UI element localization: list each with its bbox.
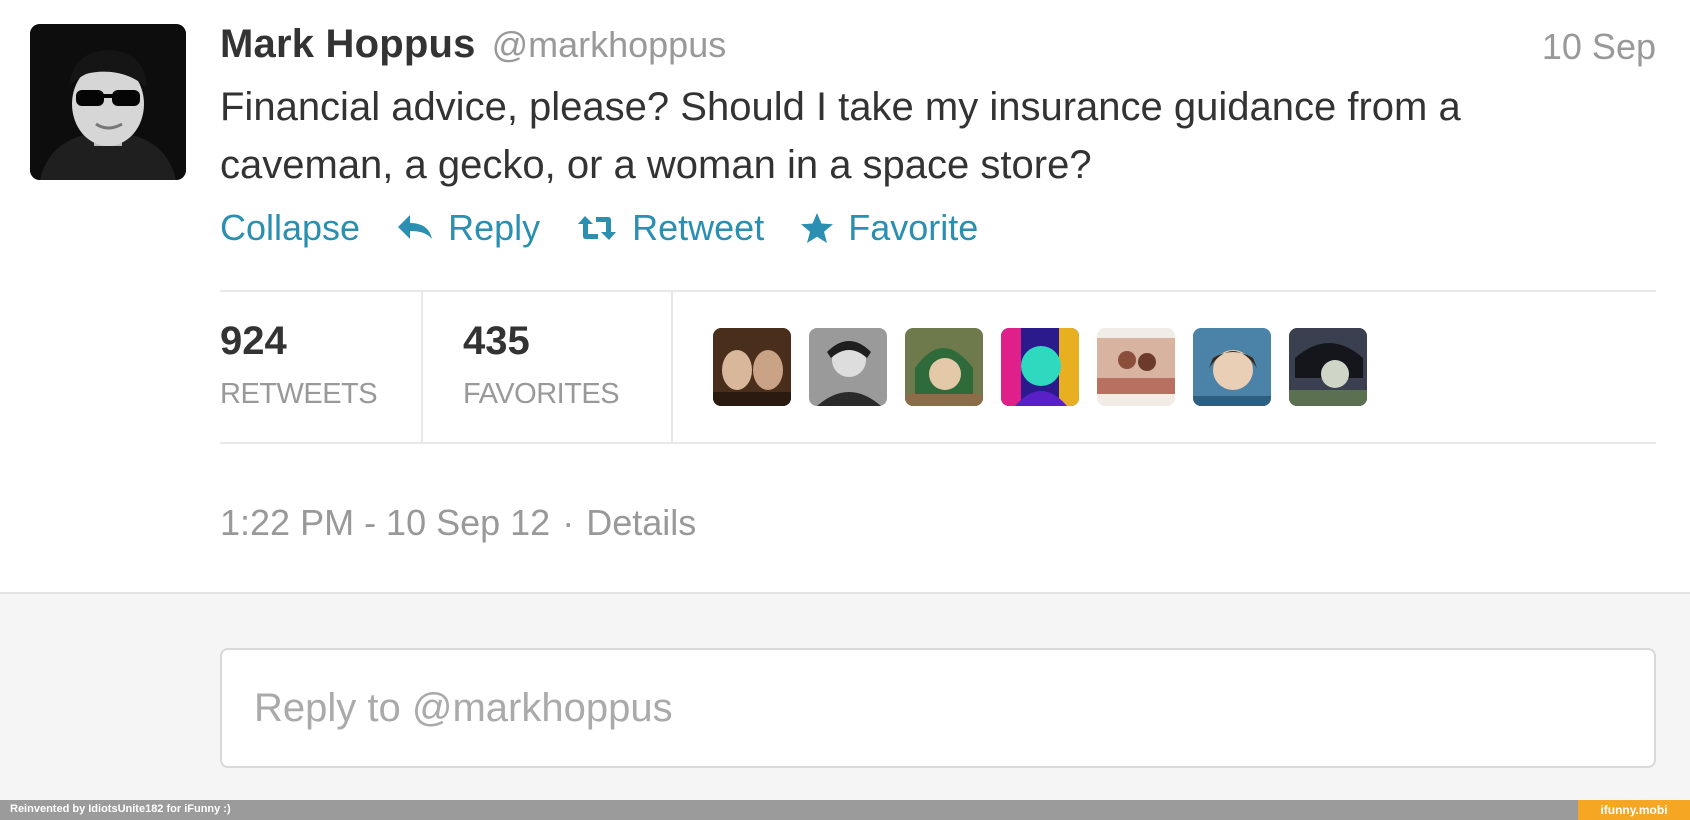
retweet-label: Retweet <box>632 207 765 248</box>
reply-area <box>0 592 1690 800</box>
reply-arrow-icon <box>396 213 434 243</box>
tweet-text: Financial advice, please? Should I take … <box>220 85 1461 187</box>
favoriter-avatar[interactable] <box>713 328 791 406</box>
author-avatar[interactable] <box>30 24 186 180</box>
reply-box[interactable] <box>220 648 1656 768</box>
watermark-credit: Reinvented by IdiotsUnite182 for iFunny … <box>10 803 231 815</box>
author-username[interactable]: @markhoppus <box>492 24 727 66</box>
retweet-icon <box>576 214 618 242</box>
reply-button[interactable]: Reply <box>396 207 540 249</box>
favoriter-avatar[interactable] <box>809 328 887 406</box>
favorite-button[interactable]: Favorite <box>800 207 978 249</box>
retweets-label: RETWEETS <box>220 378 378 410</box>
tweet-actions: Collapse Reply Retweet Favorite <box>220 198 1014 258</box>
favoriter-avatar[interactable] <box>1193 328 1271 406</box>
tweet: Mark Hoppus @markhoppus 10 Sep Financial… <box>0 0 1690 592</box>
retweets-count: 924 <box>220 319 287 363</box>
favoriter-avatars <box>673 292 1385 442</box>
retweets-stat[interactable]: 924 RETWEETS <box>220 292 423 442</box>
watermark-brand: ifunny.mobi <box>1578 800 1690 820</box>
favorites-label: FAVORITES <box>463 378 620 410</box>
favoriter-avatar[interactable] <box>1289 328 1367 406</box>
tweet-timestamp[interactable]: 1:22 PM - 10 Sep 12 <box>220 502 550 543</box>
tweet-time-short[interactable]: 10 Sep <box>1542 26 1656 68</box>
tweet-meta: 1:22 PM - 10 Sep 12 · Details <box>220 502 696 544</box>
reply-input[interactable] <box>254 685 1622 731</box>
star-icon <box>800 212 834 244</box>
collapse-link[interactable]: Collapse <box>220 207 360 249</box>
favorite-label: Favorite <box>848 207 979 248</box>
tweet-stats: 924 RETWEETS 435 FAVORITES <box>220 290 1656 444</box>
collapse-label: Collapse <box>220 207 361 248</box>
favoriter-avatar[interactable] <box>1097 328 1175 406</box>
watermark-bar: Reinvented by IdiotsUnite182 for iFunny … <box>0 800 1690 820</box>
details-link[interactable]: Details <box>586 502 696 543</box>
favorites-stat[interactable]: 435 FAVORITES <box>423 292 673 442</box>
tweet-header: Mark Hoppus @markhoppus <box>220 22 726 72</box>
avatar-image <box>30 24 186 180</box>
author-fullname[interactable]: Mark Hoppus <box>220 22 476 67</box>
favorites-count: 435 <box>463 319 530 363</box>
favoriter-avatar[interactable] <box>1001 328 1079 406</box>
reply-label: Reply <box>448 207 541 248</box>
favoriter-avatar[interactable] <box>905 328 983 406</box>
meta-separator: · <box>562 502 575 543</box>
retweet-button[interactable]: Retweet <box>576 207 764 249</box>
